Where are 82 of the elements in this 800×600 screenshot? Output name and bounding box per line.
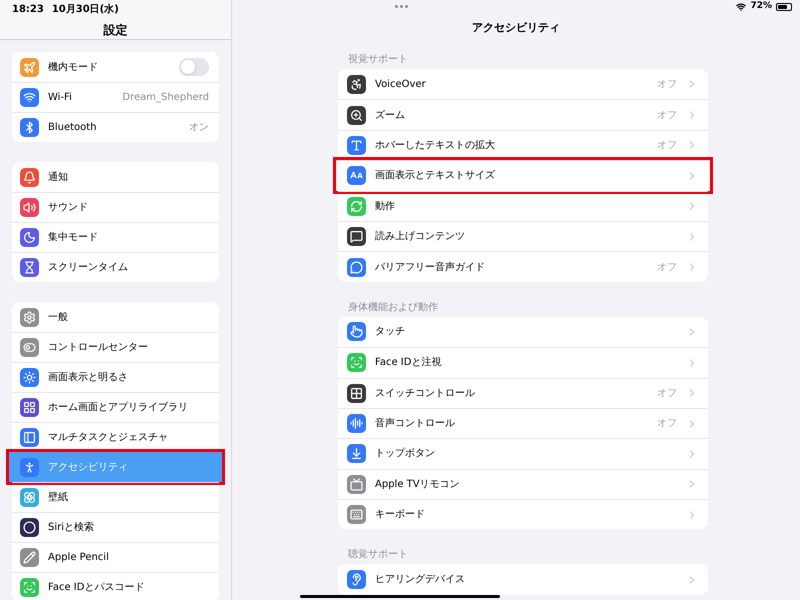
sidebar-item[interactable]: Bluetooth オン	[12, 112, 219, 142]
sidebar-item[interactable]: 機内モード	[12, 52, 219, 82]
sidebar-item[interactable]: 一般	[12, 302, 219, 332]
app-grid-icon	[20, 398, 39, 417]
speech-bubble-icon	[347, 227, 366, 246]
keyboard-icon	[347, 505, 366, 524]
bluetooth-icon	[20, 118, 39, 137]
motion-icon	[347, 196, 366, 216]
battery-icon	[776, 2, 792, 11]
hand-icon	[347, 322, 366, 342]
accessibility-item[interactable]: ヒアリングデバイス	[338, 564, 708, 595]
accessibility-item[interactable]: VoiceOver オフ	[338, 69, 708, 100]
chat-bubble-icon	[347, 258, 366, 277]
wifi-icon	[20, 88, 39, 107]
status-date: 10月30日(水)	[52, 2, 119, 17]
speaker-icon	[20, 198, 39, 217]
sidebar-item[interactable]: スクリーンタイム	[12, 252, 219, 282]
bell-icon	[20, 168, 39, 186]
item-value: オフ	[657, 260, 677, 275]
toggles-icon	[20, 338, 39, 357]
flower-icon	[20, 488, 39, 507]
sidebar-item[interactable]: サウンド	[12, 192, 219, 222]
accessibility-item[interactable]: スイッチコントロール オフ	[338, 378, 708, 408]
accessibility-item[interactable]: 読み上げコンテンツ	[338, 220, 708, 252]
item-value: オン	[189, 121, 209, 135]
sun-icon	[20, 368, 39, 387]
sidebar-item[interactable]: 画面表示と明るさ	[12, 362, 219, 392]
more-dots-icon[interactable]	[395, 5, 408, 8]
accessibility-item[interactable]: トップボタン	[338, 438, 708, 469]
detail-title: アクセシビリティ	[472, 20, 560, 36]
gear-icon	[20, 308, 39, 326]
ear-icon	[347, 570, 366, 590]
text-size-icon	[347, 166, 366, 186]
item-value: オフ	[657, 78, 677, 92]
moon-icon	[20, 228, 39, 247]
battery-percent: 72%	[750, 0, 772, 13]
panels-icon	[20, 428, 39, 447]
sidebar-item[interactable]: Siriと検索	[12, 512, 219, 542]
accessibility-item[interactable]: 音声コントロール オフ	[338, 408, 708, 438]
airplane-icon	[20, 58, 39, 76]
item-value: オフ	[657, 108, 677, 123]
orb-icon	[20, 518, 39, 537]
sidebar-item[interactable]: 壁紙	[12, 482, 219, 512]
wifi-signal-icon	[736, 2, 746, 12]
item-value: オフ	[657, 386, 677, 401]
sidebar-item[interactable]: ホーム画面とアプリライブラリ	[12, 392, 219, 422]
accessibility-item[interactable]: 画面表示とテキストサイズ	[336, 160, 710, 191]
arrow-down-icon	[347, 444, 366, 464]
toggle-switch[interactable]	[179, 58, 209, 76]
pencil-icon	[20, 548, 39, 567]
grid-icon	[347, 384, 366, 403]
hourglass-icon	[20, 258, 39, 277]
sidebar-item[interactable]: Wi-Fi Dream_Shepherd	[12, 82, 219, 112]
section-header: 視覚サポート	[347, 52, 409, 67]
accessibility-item[interactable]: 動作	[338, 190, 708, 221]
remote-icon	[347, 474, 366, 494]
accessibility-item[interactable]: タッチ	[338, 316, 708, 348]
section-header: 聴覚サポート	[347, 548, 409, 562]
text-icon	[347, 136, 366, 155]
person-icon	[347, 74, 366, 94]
sidebar-item[interactable]: 集中モード	[12, 222, 219, 252]
item-value: Dream_Shepherd	[122, 91, 209, 105]
face-scan-icon	[20, 578, 39, 597]
face-scan-icon	[347, 353, 366, 372]
accessibility-icon	[20, 458, 39, 476]
sidebar-item[interactable]: Apple Pencil	[12, 542, 219, 572]
accessibility-item[interactable]: Face IDと注視	[338, 347, 708, 378]
accessibility-item[interactable]: Apple TVリモコン	[338, 468, 708, 500]
accessibility-item[interactable]: ホバーしたテキストの拡大 オフ	[338, 130, 708, 160]
sidebar-item[interactable]: コントロールセンター	[12, 332, 219, 362]
accessibility-item[interactable]: ズーム オフ	[338, 99, 708, 130]
sidebar-item[interactable]: Face IDとパスコード	[12, 572, 219, 600]
waveform-icon	[347, 414, 366, 434]
accessibility-item[interactable]: バリアフリー音声ガイド オフ	[338, 251, 708, 282]
sidebar-item[interactable]: 通知	[12, 162, 219, 192]
item-value: オフ	[657, 417, 677, 432]
accessibility-item[interactable]: キーボード	[338, 499, 708, 530]
sidebar-title: 設定	[104, 22, 128, 39]
item-value: オフ	[657, 138, 677, 153]
section-header: 身体機能および動作	[347, 300, 439, 315]
zoom-icon	[347, 106, 366, 125]
status-time: 18:23	[12, 3, 44, 17]
